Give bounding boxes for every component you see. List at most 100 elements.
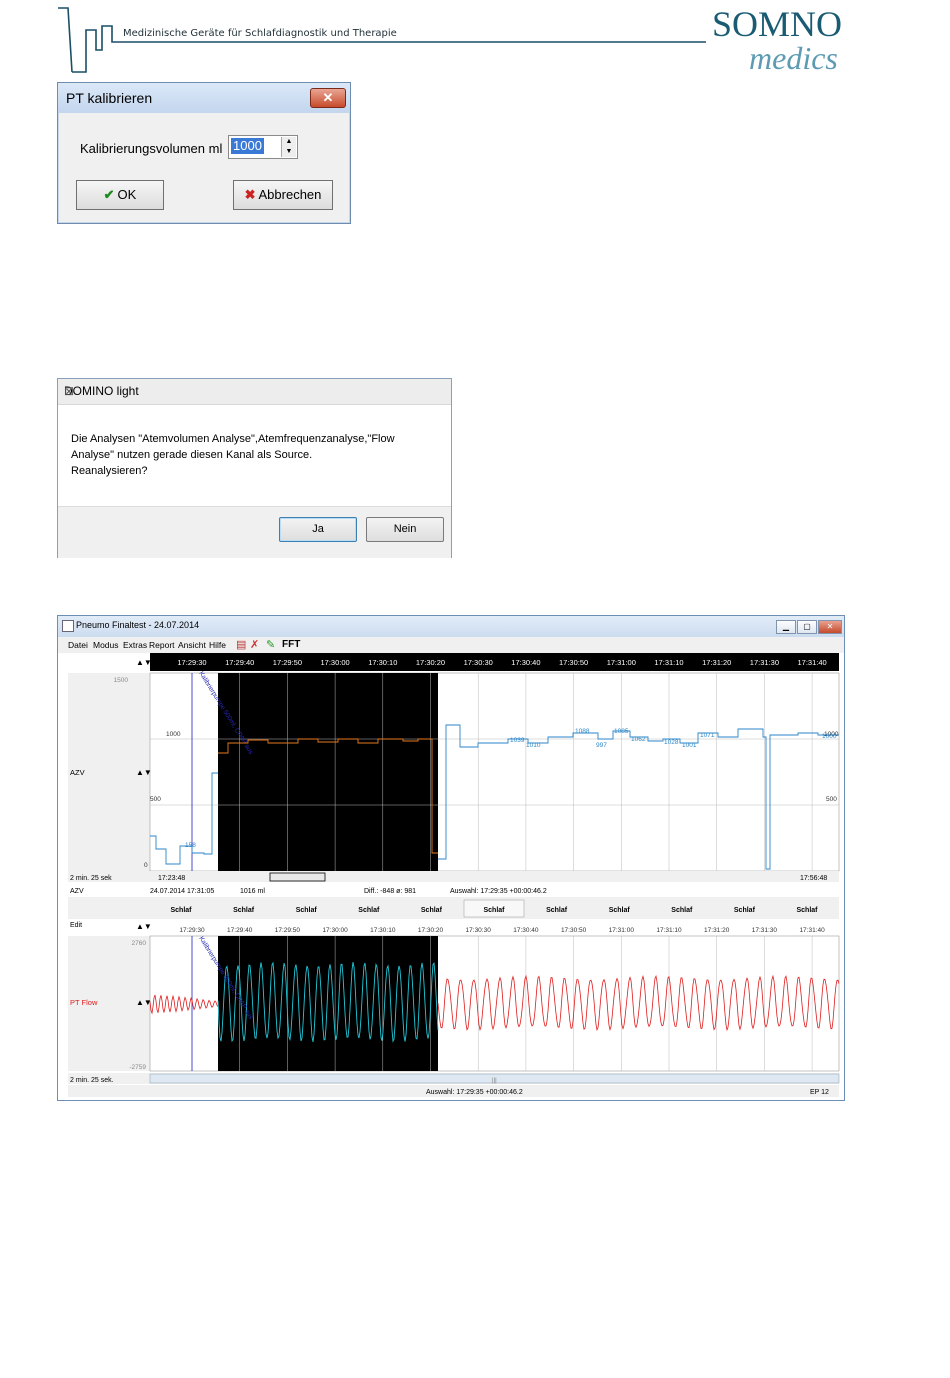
- close-icon[interactable]: ✕: [310, 88, 346, 108]
- app-titlebar[interactable]: Pneumo Finaltest - 24.07.2014 ▁ ▢ ✕: [58, 616, 844, 637]
- azv-value-label: 1088: [575, 728, 590, 735]
- stage-label: Schlaf: [296, 907, 318, 914]
- cancel-button[interactable]: ✖ Abbrechen: [233, 180, 333, 210]
- status-diff: Diff.: -848 ø: 981: [364, 888, 416, 895]
- time-tick: 17:30:30: [466, 927, 492, 934]
- azv-value-label: 1039: [510, 737, 525, 744]
- cancel-button-label: Abbrechen: [258, 187, 322, 202]
- time-tick: 17:31:10: [654, 658, 683, 667]
- menu-hilfe[interactable]: Hilfe: [209, 640, 226, 650]
- reanalyze-message: Die Analysen "Atemvolumen Analyse",Atemf…: [71, 431, 431, 479]
- azv-value-label: 1062: [631, 736, 646, 743]
- scroll-end-time: 17:56:48: [800, 875, 827, 882]
- close-icon[interactable]: ⊠: [64, 384, 441, 398]
- azv-ytick: 500: [150, 796, 161, 803]
- time-tick: 17:31:20: [704, 927, 730, 934]
- pen-icon[interactable]: ✎: [266, 638, 275, 651]
- app-title: Pneumo Finaltest - 24.07.2014: [76, 620, 200, 630]
- ok-button[interactable]: ✔ OK: [76, 180, 164, 210]
- scroll-thumb: [269, 872, 326, 882]
- menu-modus[interactable]: Modus: [93, 640, 119, 650]
- zoom-arrows-icon: ▲▼: [136, 768, 152, 777]
- azv-value-label: 997: [596, 742, 607, 749]
- app-window: Pneumo Finaltest - 24.07.2014 ▁ ▢ ✕ Date…: [57, 615, 845, 1101]
- volume-input[interactable]: 1000: [231, 138, 264, 154]
- calibrate-dialog-title: PT kalibrieren: [66, 90, 153, 106]
- stage-label: Schlaf: [671, 907, 693, 914]
- stage-label: Schlaf: [170, 907, 192, 914]
- azv-value-label: 1000: [822, 733, 837, 740]
- yes-button[interactable]: Ja: [279, 517, 357, 542]
- menu-datei[interactable]: Datei: [68, 640, 88, 650]
- time-tick: 17:29:30: [179, 927, 205, 934]
- menu-extras[interactable]: Extras: [123, 640, 147, 650]
- time-tick: 17:30:10: [368, 658, 397, 667]
- time-tick: 17:31:30: [752, 927, 778, 934]
- fft-button[interactable]: FFT: [282, 639, 300, 650]
- time-tick: 17:29:50: [275, 927, 301, 934]
- checkmark-icon: ✔: [103, 187, 115, 202]
- reanalyze-dialog-titlebar[interactable]: DOMINO light ⊠: [58, 379, 451, 405]
- no-button[interactable]: Nein: [366, 517, 444, 542]
- time-tick: 17:31:20: [702, 658, 731, 667]
- logo-somno: SOMNO: [712, 4, 843, 44]
- time-tick: 17:30:50: [559, 658, 588, 667]
- bottom-span-label: 2 min. 25 sek.: [70, 1077, 114, 1084]
- app-icon: [62, 620, 74, 632]
- time-ticks-bottom: 17:29:30 17:29:40 17:29:50 17:30:00 17:30:10…: [179, 927, 825, 934]
- reanalyze-dialog: DOMINO light ⊠ Die Analysen "Atemvolumen…: [57, 378, 452, 558]
- logo-medics: medics: [749, 40, 838, 76]
- maximize-icon[interactable]: ▢: [797, 620, 817, 634]
- time-tick: 17:31:30: [750, 658, 779, 667]
- time-tick: 17:30:20: [416, 658, 445, 667]
- stage-label: Schlaf: [421, 907, 443, 914]
- time-tick: 17:29:40: [225, 658, 254, 667]
- stage-label: Schlaf: [796, 907, 818, 914]
- bottom-selection: Auswahl: 17:29:35 +00:00:46.2: [426, 1089, 523, 1096]
- time-tick: 17:30:20: [418, 927, 444, 934]
- stage-label: Schlaf: [734, 907, 756, 914]
- time-tick: 17:30:30: [464, 658, 493, 667]
- flow-ytick: 2760: [132, 940, 147, 947]
- volume-stepper[interactable]: 1000 ▲ ▼: [228, 135, 298, 159]
- flow-ytick: -2759: [129, 1064, 146, 1071]
- status-datetime: 24.07.2014 17:31:05: [150, 888, 214, 895]
- calibrate-dialog: PT kalibrieren ✕ Kalibrierungsvolumen ml…: [57, 82, 351, 224]
- flow-label: PT Flow: [70, 998, 98, 1007]
- azv-ytick: 1000: [166, 731, 181, 738]
- tools-icon[interactable]: ✗: [250, 638, 259, 651]
- time-tick: 17:29:40: [227, 927, 253, 934]
- azv-ytick: 1500: [114, 677, 129, 684]
- time-tick: 17:29:30: [177, 658, 206, 667]
- flow-selection: [218, 936, 438, 1071]
- message-line: Reanalysieren?: [71, 465, 148, 477]
- zoom-arrows-icon: ▲▼: [136, 998, 152, 1007]
- calibrate-dialog-titlebar[interactable]: PT kalibrieren ✕: [58, 83, 350, 113]
- zoom-arrows-icon: ▲▼: [136, 658, 152, 667]
- span-label: 2 min. 25 sek: [70, 875, 112, 882]
- zoom-arrows-icon: ▲▼: [136, 922, 152, 931]
- ok-button-label: OK: [117, 187, 137, 202]
- report-icon[interactable]: ▤: [236, 638, 246, 651]
- menu-ansicht[interactable]: Ansicht: [178, 640, 206, 650]
- azv-label: AZV: [70, 768, 85, 777]
- azv-selection: [218, 673, 438, 871]
- azv-value-label: 1085: [614, 728, 629, 735]
- time-tick: 17:29:50: [273, 658, 302, 667]
- message-line: Die Analysen "Atemvolumen Analyse",Atemf…: [71, 433, 395, 445]
- stepper-arrows-icon[interactable]: ▲ ▼: [281, 137, 296, 157]
- status-value: 1016 ml: [240, 888, 265, 895]
- azv-value-label: 1010: [526, 742, 541, 749]
- azv-value-label: 158: [185, 842, 196, 849]
- close-icon[interactable]: ✕: [818, 620, 842, 634]
- time-tick: 17:31:40: [797, 658, 826, 667]
- status-selection: Auswahl: 17:29:35 +00:00:46.2: [450, 888, 547, 895]
- edit-label: Edit: [70, 922, 82, 929]
- stage-label: Schlaf: [609, 907, 631, 914]
- menu-report[interactable]: Report: [149, 640, 175, 650]
- time-tick: 17:30:40: [511, 658, 540, 667]
- minimize-icon[interactable]: ▁: [776, 620, 796, 634]
- stage-label: Schlaf: [358, 907, 380, 914]
- time-tick: 17:31:00: [607, 658, 636, 667]
- azv-ytick-right: 500: [826, 796, 837, 803]
